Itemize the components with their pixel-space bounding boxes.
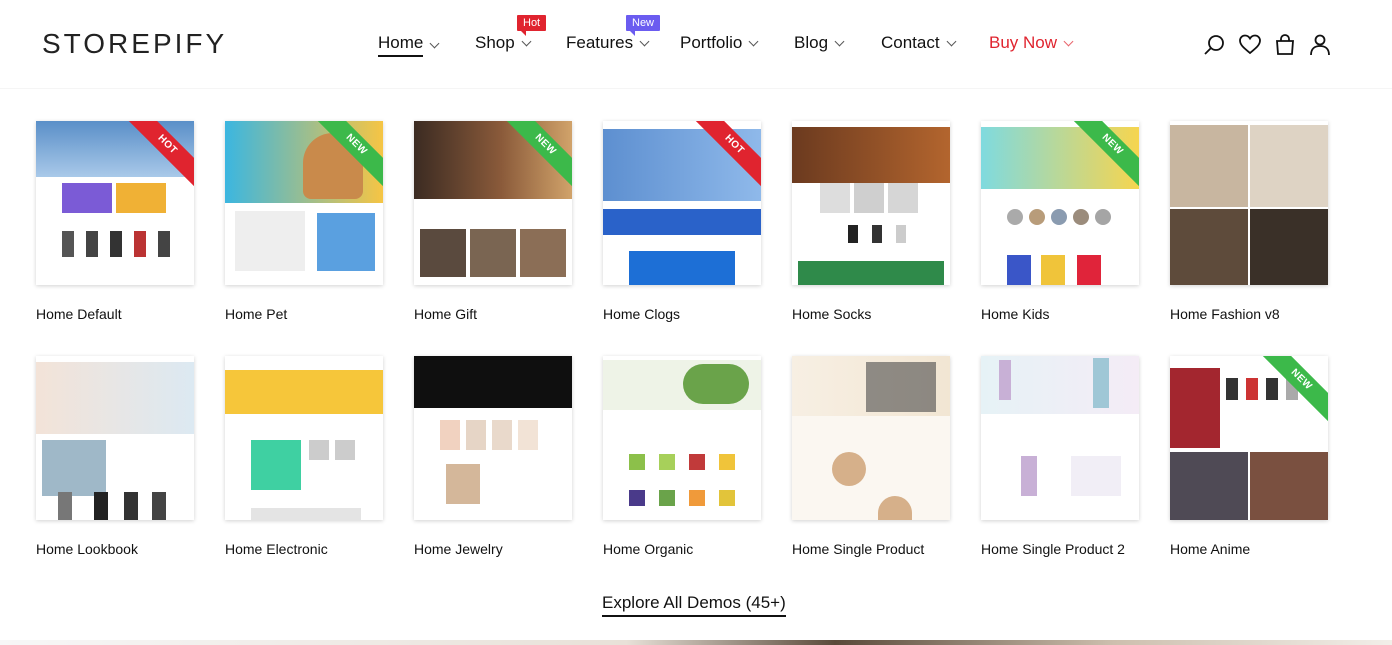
nav-home[interactable]: Home bbox=[378, 33, 440, 57]
chevron-down-icon bbox=[834, 36, 845, 46]
demo-title[interactable]: Home Jewelry bbox=[414, 541, 503, 557]
search-icon[interactable] bbox=[1203, 33, 1227, 57]
nav-buy-now[interactable]: Buy Now bbox=[989, 33, 1074, 53]
demo-thumbnail[interactable] bbox=[603, 356, 761, 520]
demo-title[interactable]: Home Gift bbox=[414, 306, 477, 322]
demo-title[interactable]: Home Default bbox=[36, 306, 122, 322]
nav-features[interactable]: New Features bbox=[566, 15, 661, 53]
demo-thumbnail[interactable]: HOT bbox=[603, 121, 761, 285]
demo-title[interactable]: Home Single Product bbox=[792, 541, 924, 557]
demo-thumbnail[interactable]: NEW bbox=[225, 121, 383, 285]
demo-title[interactable]: Home Single Product 2 bbox=[981, 541, 1125, 557]
demo-thumbnail[interactable] bbox=[792, 121, 950, 285]
site-header: STOREPIFY Home Hot Shop New Features Por… bbox=[0, 0, 1392, 88]
explore-all-demos-link[interactable]: Explore All Demos (45+) bbox=[602, 593, 786, 617]
nav-buy-now-label: Buy Now bbox=[989, 33, 1058, 52]
demo-thumbnail[interactable]: HOT bbox=[36, 121, 194, 285]
chevron-down-icon bbox=[429, 38, 440, 48]
demo-thumbnail[interactable]: NEW bbox=[1170, 356, 1328, 520]
demo-title[interactable]: Home Pet bbox=[225, 306, 287, 322]
site-logo[interactable]: STOREPIFY bbox=[42, 28, 227, 60]
chevron-down-icon bbox=[1063, 36, 1074, 46]
nav-shop[interactable]: Hot Shop bbox=[475, 15, 547, 53]
demo-title[interactable]: Home Fashion v8 bbox=[1170, 306, 1280, 322]
demo-thumbnail[interactable] bbox=[225, 356, 383, 520]
demo-thumbnail[interactable]: NEW bbox=[981, 121, 1139, 285]
bag-icon[interactable] bbox=[1273, 33, 1297, 57]
nav-portfolio-label: Portfolio bbox=[680, 33, 743, 52]
nav-portfolio[interactable]: Portfolio bbox=[680, 33, 759, 53]
demo-title[interactable]: Home Socks bbox=[792, 306, 871, 322]
demo-title[interactable]: Home Clogs bbox=[603, 306, 680, 322]
chevron-down-icon bbox=[521, 36, 532, 46]
chevron-down-icon bbox=[639, 36, 650, 46]
demo-title[interactable]: Home Anime bbox=[1170, 541, 1250, 557]
nav-contact[interactable]: Contact bbox=[881, 33, 957, 53]
nav-home-label: Home bbox=[378, 33, 424, 57]
chevron-down-icon bbox=[748, 36, 759, 46]
demo-thumbnail[interactable] bbox=[981, 356, 1139, 520]
nav-contact-label: Contact bbox=[881, 33, 940, 52]
nav-shop-label: Shop bbox=[475, 33, 515, 52]
demo-title[interactable]: Home Organic bbox=[603, 541, 693, 557]
demo-thumbnail[interactable] bbox=[36, 356, 194, 520]
nav-blog-label: Blog bbox=[794, 33, 829, 52]
demo-thumbnail[interactable] bbox=[1170, 121, 1328, 285]
nav-blog[interactable]: Blog bbox=[794, 33, 845, 53]
demo-thumbnail[interactable]: NEW bbox=[414, 121, 572, 285]
page-bottom-strip bbox=[0, 640, 1392, 645]
nav-features-label: Features bbox=[566, 33, 634, 52]
new-badge: New bbox=[626, 15, 661, 36]
chevron-down-icon bbox=[946, 36, 957, 46]
demo-title[interactable]: Home Lookbook bbox=[36, 541, 138, 557]
demo-thumbnail[interactable] bbox=[792, 356, 950, 520]
user-icon[interactable] bbox=[1308, 33, 1332, 57]
demo-title[interactable]: Home Electronic bbox=[225, 541, 328, 557]
demo-title[interactable]: Home Kids bbox=[981, 306, 1049, 322]
heart-icon[interactable] bbox=[1238, 33, 1262, 57]
hot-badge: Hot bbox=[517, 15, 547, 36]
demo-thumbnail[interactable] bbox=[414, 356, 572, 520]
